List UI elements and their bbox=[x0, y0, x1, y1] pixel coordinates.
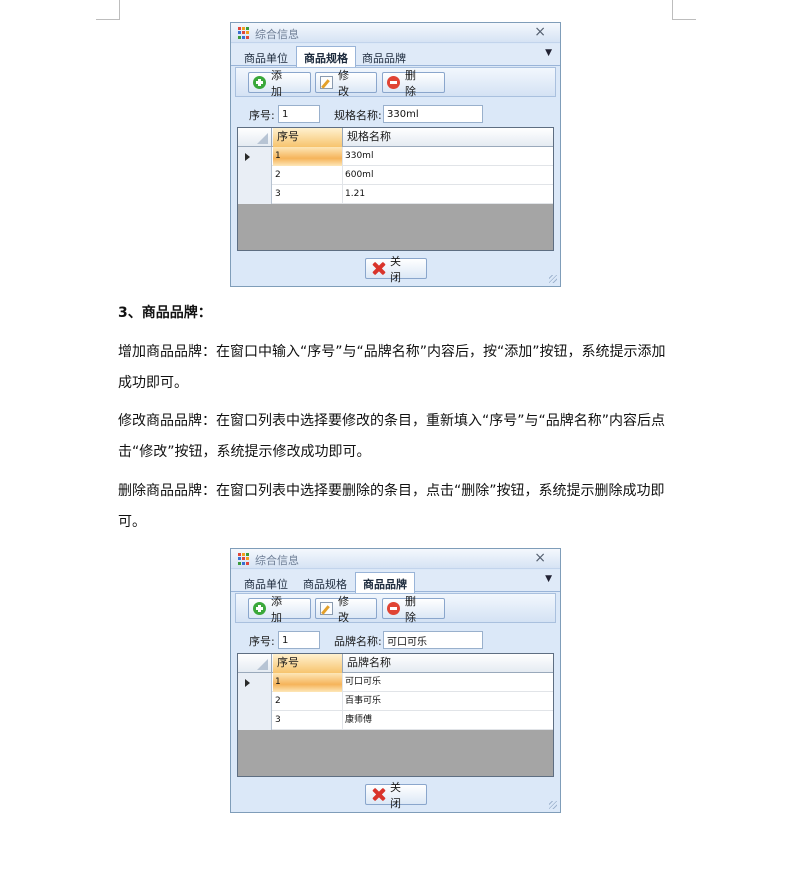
tab-product-spec[interactable]: 商品规格 bbox=[296, 574, 354, 592]
brand-grid: 序号 品牌名称 1 可口可乐 2 百事可乐 3 康师傅 bbox=[237, 653, 554, 777]
seq-input[interactable] bbox=[278, 631, 320, 649]
close-button[interactable]: 关 闭 bbox=[365, 781, 427, 810]
toolbar: 添 加 修 改 删 除 bbox=[235, 67, 556, 98]
edit-button[interactable]: 修 改 bbox=[315, 69, 377, 98]
chevron-down-icon[interactable]: ▼ bbox=[545, 48, 552, 58]
paragraph-add: 增加商品品牌：在窗口中输入“序号”与“品牌名称”内容后，按“添加”按钮，系统提示… bbox=[118, 344, 666, 391]
delete-circle-icon bbox=[387, 602, 400, 615]
delete-button-label: 删 除 bbox=[405, 68, 420, 98]
close-x-icon[interactable]: × bbox=[534, 24, 546, 40]
add-circle-icon bbox=[253, 76, 266, 89]
row-pointer-icon bbox=[245, 679, 250, 687]
delete-button-label: 删 除 bbox=[405, 594, 420, 624]
close-x-icon[interactable]: × bbox=[534, 550, 546, 566]
table-row[interactable]: 2 百事可乐 bbox=[238, 692, 553, 711]
close-button[interactable]: 关 闭 bbox=[365, 255, 427, 284]
cell-name[interactable]: 600ml bbox=[343, 166, 553, 185]
tab-product-brand[interactable]: 商品品牌 bbox=[355, 48, 413, 66]
brand-name-label: 品牌名称: bbox=[334, 635, 382, 648]
app-grid-icon bbox=[238, 553, 250, 565]
tab-product-brand[interactable]: 商品品牌 bbox=[355, 572, 415, 593]
tab-product-spec[interactable]: 商品规格 bbox=[296, 46, 356, 67]
add-button-label: 添 加 bbox=[271, 594, 286, 624]
column-header-seq[interactable]: 序号 bbox=[273, 654, 343, 673]
table-row[interactable]: 3 1.21 bbox=[238, 185, 553, 204]
table-row[interactable]: 1 可口可乐 bbox=[238, 673, 553, 692]
close-button-label: 关 闭 bbox=[390, 254, 405, 284]
section-heading: 3、商品品牌： bbox=[118, 305, 212, 321]
grid-header: 序号 规格名称 bbox=[238, 128, 553, 147]
dialog-title: 综合信息 bbox=[255, 554, 299, 567]
tab-strip: 商品单位 商品规格 商品品牌 ▼ bbox=[231, 44, 560, 67]
column-header-name[interactable]: 品牌名称 bbox=[343, 654, 553, 673]
edit-button-label: 修 改 bbox=[338, 594, 353, 624]
red-cross-icon bbox=[372, 788, 385, 801]
cell-seq[interactable]: 3 bbox=[273, 711, 343, 730]
tab-strip: 商品单位 商品规格 商品品牌 ▼ bbox=[231, 570, 560, 593]
add-circle-icon bbox=[253, 602, 266, 615]
row-header[interactable] bbox=[238, 166, 272, 185]
grid-header: 序号 品牌名称 bbox=[238, 654, 553, 673]
resize-grip[interactable] bbox=[549, 801, 557, 809]
cell-name[interactable]: 可口可乐 bbox=[343, 673, 553, 692]
row-header[interactable] bbox=[238, 673, 272, 692]
info-dialog-spec: 综合信息 × 商品单位 商品规格 商品品牌 ▼ 添 加 修 改 删 除 序号: … bbox=[230, 22, 561, 287]
delete-button[interactable]: 删 除 bbox=[382, 595, 445, 624]
dialog-title: 综合信息 bbox=[255, 28, 299, 41]
cell-seq[interactable]: 1 bbox=[273, 147, 343, 166]
cell-seq[interactable]: 3 bbox=[273, 185, 343, 204]
grid-corner bbox=[238, 654, 272, 673]
brand-name-input[interactable] bbox=[383, 631, 483, 649]
row-header[interactable] bbox=[238, 185, 272, 204]
seq-label: 序号: bbox=[249, 109, 275, 122]
cell-name[interactable]: 1.21 bbox=[343, 185, 553, 204]
row-header[interactable] bbox=[238, 692, 272, 711]
cell-seq[interactable]: 1 bbox=[273, 673, 343, 692]
app-grid-icon bbox=[238, 27, 250, 39]
page-corner-mark-right bbox=[672, 0, 696, 20]
spec-name-input[interactable] bbox=[383, 105, 483, 123]
edit-button[interactable]: 修 改 bbox=[315, 595, 377, 624]
spec-name-label: 规格名称: bbox=[334, 109, 382, 122]
tab-product-unit[interactable]: 商品单位 bbox=[237, 48, 295, 66]
spec-grid: 序号 规格名称 1 330ml 2 600ml 3 1.21 bbox=[237, 127, 554, 251]
page-corner-mark-left bbox=[96, 0, 120, 20]
edit-button-label: 修 改 bbox=[338, 68, 353, 98]
toolbar: 添 加 修 改 删 除 bbox=[235, 593, 556, 624]
info-dialog-brand: 综合信息 × 商品单位 商品规格 商品品牌 ▼ 添 加 修 改 删 除 序号: … bbox=[230, 548, 561, 813]
dialog-titlebar: 综合信息 × bbox=[231, 549, 560, 569]
cell-name[interactable]: 康师傅 bbox=[343, 711, 553, 730]
table-row[interactable]: 1 330ml bbox=[238, 147, 553, 166]
seq-input[interactable] bbox=[278, 105, 320, 123]
dialog-titlebar: 综合信息 × bbox=[231, 23, 560, 43]
pencil-edit-icon bbox=[320, 602, 333, 615]
delete-button[interactable]: 删 除 bbox=[382, 69, 445, 98]
row-pointer-icon bbox=[245, 153, 250, 161]
close-button-label: 关 闭 bbox=[390, 780, 405, 810]
column-header-seq[interactable]: 序号 bbox=[273, 128, 343, 147]
tab-product-unit[interactable]: 商品单位 bbox=[237, 574, 295, 592]
resize-grip[interactable] bbox=[549, 275, 557, 283]
grid-corner bbox=[238, 128, 272, 147]
cell-seq[interactable]: 2 bbox=[273, 692, 343, 711]
add-button[interactable]: 添 加 bbox=[248, 595, 311, 624]
table-row[interactable]: 3 康师傅 bbox=[238, 711, 553, 730]
seq-label: 序号: bbox=[249, 635, 275, 648]
column-header-name[interactable]: 规格名称 bbox=[343, 128, 553, 147]
pencil-edit-icon bbox=[320, 76, 333, 89]
cell-seq[interactable]: 2 bbox=[273, 166, 343, 185]
cell-name[interactable]: 330ml bbox=[343, 147, 553, 166]
row-header[interactable] bbox=[238, 147, 272, 166]
add-button[interactable]: 添 加 bbox=[248, 69, 311, 98]
paragraph-edit: 修改商品品牌：在窗口列表中选择要修改的条目，重新填入“序号”与“品牌名称”内容后… bbox=[118, 413, 666, 460]
table-row[interactable]: 2 600ml bbox=[238, 166, 553, 185]
chevron-down-icon[interactable]: ▼ bbox=[545, 574, 552, 584]
add-button-label: 添 加 bbox=[271, 68, 286, 98]
red-cross-icon bbox=[372, 262, 385, 275]
row-header[interactable] bbox=[238, 711, 272, 730]
delete-circle-icon bbox=[387, 76, 400, 89]
cell-name[interactable]: 百事可乐 bbox=[343, 692, 553, 711]
paragraph-delete: 删除商品品牌：在窗口列表中选择要删除的条目，点击“删除”按钮，系统提示删除成功即… bbox=[118, 483, 665, 530]
